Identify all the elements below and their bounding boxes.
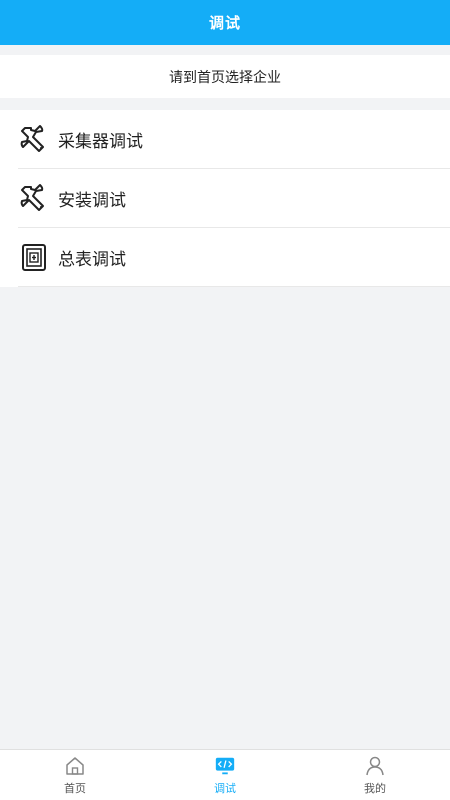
home-icon xyxy=(64,755,86,777)
menu-item-collector-debug[interactable]: 采集器调试 xyxy=(18,110,450,169)
page-title: 调试 xyxy=(208,14,241,32)
code-icon xyxy=(214,755,236,777)
enterprise-notice: 请到首页选择企业 xyxy=(0,55,450,98)
tab-label: 调试 xyxy=(214,781,236,795)
wrench-icon xyxy=(18,123,50,155)
wrench-icon xyxy=(18,182,50,214)
menu-item-label: 采集器调试 xyxy=(58,131,143,152)
menu-item-label: 总表调试 xyxy=(58,249,126,270)
tab-mine[interactable]: 我的 xyxy=(300,750,450,800)
tab-home[interactable]: 首页 xyxy=(0,750,150,800)
user-icon xyxy=(364,755,386,777)
debug-menu: 采集器调试 安装调试 总表调试 xyxy=(0,110,450,287)
tab-label: 我的 xyxy=(364,781,386,795)
bottom-tab-bar: 首页 调试 我的 xyxy=(0,749,450,800)
menu-item-install-debug[interactable]: 安装调试 xyxy=(18,169,450,228)
tab-debug[interactable]: 调试 xyxy=(150,750,300,800)
top-bar: 调试 xyxy=(0,0,450,45)
menu-item-label: 安装调试 xyxy=(58,190,126,211)
meter-icon xyxy=(18,241,50,273)
notice-text: 请到首页选择企业 xyxy=(169,69,281,86)
tab-label: 首页 xyxy=(64,781,86,795)
menu-item-meter-debug[interactable]: 总表调试 xyxy=(18,228,450,287)
